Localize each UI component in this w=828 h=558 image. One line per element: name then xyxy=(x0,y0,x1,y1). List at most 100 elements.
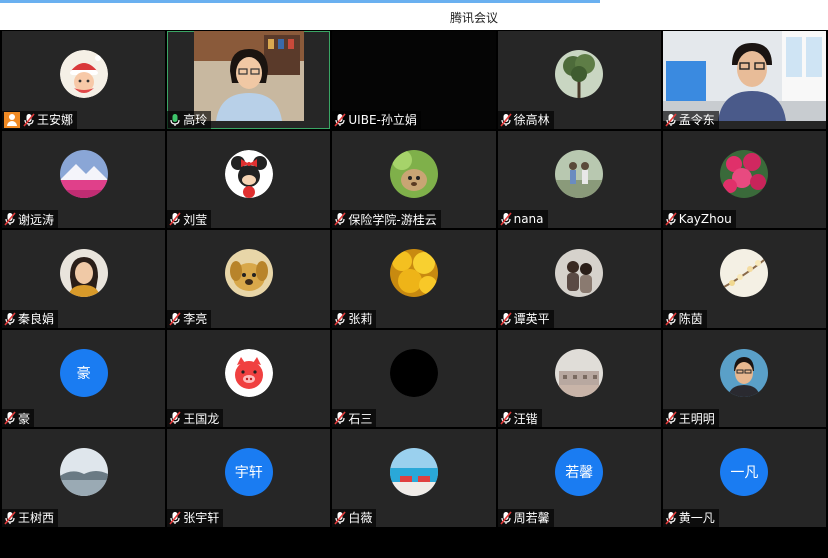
name-tag: 王国龙 xyxy=(167,409,224,428)
avatar xyxy=(224,249,273,298)
participant-tile[interactable]: 徐高林 xyxy=(497,31,661,129)
avatar xyxy=(555,348,604,397)
participant-tile[interactable]: 李亮 xyxy=(167,230,331,328)
mic-muted-icon xyxy=(169,212,181,226)
participant-tile[interactable]: 秦良娟 xyxy=(2,230,166,328)
participant-name: 豪 xyxy=(18,411,31,426)
mic-muted-icon xyxy=(4,411,16,425)
mic-muted-icon xyxy=(665,212,677,226)
participant-tile[interactable]: 王明明 xyxy=(662,329,826,428)
participant-name: 陈茵 xyxy=(678,312,703,327)
mic-active-icon xyxy=(170,113,180,126)
name-tag: 张宇轩 xyxy=(167,508,224,527)
mic-muted-icon xyxy=(4,312,16,326)
participant-name: 黄一凡 xyxy=(678,511,715,526)
participant-tile[interactable]: 一凡 黄一凡 xyxy=(662,429,826,527)
participant-name: 孟令东 xyxy=(678,113,715,128)
avatar xyxy=(59,149,108,198)
participant-name: 刘莹 xyxy=(183,212,208,227)
mic-muted-icon xyxy=(169,511,181,525)
name-tag: 豪 xyxy=(2,409,35,428)
avatar xyxy=(720,348,769,397)
avatar xyxy=(59,249,108,298)
participant-name: 徐高林 xyxy=(513,113,550,128)
mic-muted-icon xyxy=(169,411,181,425)
participant-name: 王明明 xyxy=(678,411,715,426)
mic-muted-icon xyxy=(334,312,347,326)
name-tag: KayZhou xyxy=(662,210,736,229)
participant-name: 汪锴 xyxy=(513,411,538,426)
avatar xyxy=(555,49,604,98)
participant-name: nana xyxy=(513,212,544,227)
name-tag: 黄一凡 xyxy=(662,508,719,527)
avatar xyxy=(389,249,438,298)
name-tag: 陈茵 xyxy=(662,309,707,328)
participant-tile[interactable]: 王树西 xyxy=(2,429,166,527)
name-tag: 石三 xyxy=(332,409,377,428)
name-tag: 李亮 xyxy=(167,309,212,328)
participant-name: UIBE-孙立娟 xyxy=(348,113,417,128)
name-tag: 徐高林 xyxy=(497,110,554,129)
participant-tile[interactable]: 若馨 周若馨 xyxy=(497,429,661,527)
participant-name: 周若馨 xyxy=(513,511,550,526)
participant-name: KayZhou xyxy=(678,212,732,227)
host-user-icon xyxy=(4,111,20,128)
participant-name: 谢远涛 xyxy=(18,212,55,227)
mic-muted-icon xyxy=(334,113,347,127)
avatar xyxy=(389,149,438,198)
name-tag: UIBE-孙立娟 xyxy=(332,110,421,129)
participant-tile[interactable]: 宇轩 张宇轩 xyxy=(167,429,331,527)
name-tag: 白薇 xyxy=(332,508,377,527)
participant-grid: 王安娜 高玲 UIBE-孙立娟 徐高林 孟令东谢远涛 刘莹 保险学院-游桂云 nana KayZ… xyxy=(2,31,826,527)
name-tag: 高玲 xyxy=(167,110,212,129)
participant-tile[interactable]: UIBE-孙立娟 xyxy=(332,31,496,129)
participant-name: 高玲 xyxy=(183,113,208,128)
avatar-initials: 豪 xyxy=(59,348,108,397)
participant-name: 谭英平 xyxy=(513,312,550,327)
name-tag: 保险学院-游桂云 xyxy=(332,210,441,229)
participant-name: 王安娜 xyxy=(37,113,74,128)
participant-tile[interactable]: 陈茵 xyxy=(662,230,826,328)
mic-muted-icon xyxy=(499,212,512,226)
participant-tile[interactable]: 白薇 xyxy=(332,429,496,527)
participant-tile[interactable]: 汪锴 xyxy=(497,329,661,428)
mic-muted-icon xyxy=(334,411,347,425)
participant-tile[interactable]: 豪豪 xyxy=(2,329,166,428)
participant-tile[interactable]: 王国龙 xyxy=(167,329,331,428)
avatar xyxy=(720,249,769,298)
participant-tile[interactable]: 王安娜 xyxy=(2,31,166,129)
participant-name: 王树西 xyxy=(18,511,55,526)
mic-muted-icon xyxy=(4,511,16,525)
mic-muted-icon xyxy=(499,411,512,425)
mic-muted-icon xyxy=(499,511,512,525)
name-tag: 王树西 xyxy=(2,508,59,527)
name-tag: 谢远涛 xyxy=(2,210,59,229)
name-tag: 汪锴 xyxy=(497,409,542,428)
avatar xyxy=(720,149,769,198)
name-tag: 谭英平 xyxy=(497,309,554,328)
participant-tile[interactable]: KayZhou xyxy=(662,130,826,229)
mic-muted-icon xyxy=(4,212,16,226)
participant-tile[interactable]: 谢远涛 xyxy=(2,130,166,229)
mic-muted-icon xyxy=(665,411,677,425)
mic-muted-icon xyxy=(665,312,677,326)
participant-name: 石三 xyxy=(348,411,373,426)
participant-tile[interactable]: 保险学院-游桂云 xyxy=(332,130,496,229)
avatar-initials: 宇轩 xyxy=(224,448,273,497)
participant-tile[interactable]: 高玲 xyxy=(167,31,331,129)
participant-tile[interactable]: 刘莹 xyxy=(167,130,331,229)
name-tag: 张莉 xyxy=(332,309,377,328)
participant-tile[interactable]: 石三 xyxy=(332,329,496,428)
participant-name: 保险学院-游桂云 xyxy=(348,212,437,227)
name-tag: 王安娜 xyxy=(2,110,78,129)
title-bar-accent xyxy=(0,0,600,3)
participant-tile[interactable]: 张莉 xyxy=(332,230,496,328)
mic-muted-icon xyxy=(334,212,347,226)
participant-tile[interactable]: 孟令东 xyxy=(662,31,826,129)
mic-muted-icon xyxy=(334,511,347,525)
title-bar: 腾讯会议 xyxy=(0,0,828,30)
name-tag: 秦良娟 xyxy=(2,309,59,328)
avatar xyxy=(224,348,273,397)
participant-tile[interactable]: nana xyxy=(497,130,661,229)
participant-tile[interactable]: 谭英平 xyxy=(497,230,661,328)
